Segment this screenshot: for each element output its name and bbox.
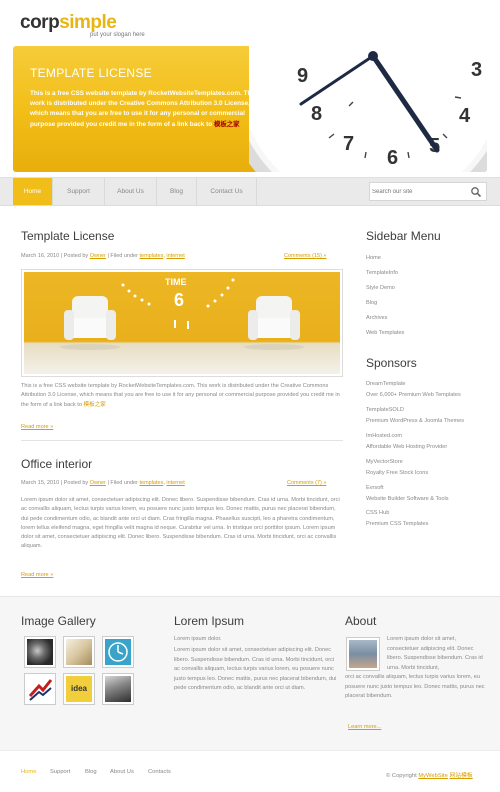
lorem-line: Lorem ipsum dolor. <box>174 636 222 642</box>
avatar <box>346 637 380 671</box>
footer-link-about-us[interactable]: About Us <box>110 769 134 775</box>
banner-title: TEMPLATE LICENSE <box>30 66 152 80</box>
gallery-thumb[interactable] <box>102 673 134 705</box>
svg-text:7: 7 <box>343 133 354 155</box>
nav-contact-us[interactable]: Contact Us <box>197 178 257 205</box>
svg-text:4: 4 <box>459 105 471 127</box>
sponsor-desc: Website Builder Software & Tools <box>366 496 449 502</box>
sponsors-title: Sponsors <box>366 356 417 370</box>
sidebar-item-web-templates[interactable]: Web Templates <box>366 330 404 336</box>
post-excerpt: This is a free CSS website template by R… <box>21 383 340 408</box>
comments-link[interactable]: Comments (7) » <box>287 480 326 486</box>
post-meta: March 15, 2010 | Posted by Owner | Filed… <box>21 480 185 486</box>
sponsor-link[interactable]: Evrsoft <box>366 485 383 491</box>
sponsor-link[interactable]: CSS Hub <box>366 510 389 516</box>
footer-link-blog[interactable]: Blog <box>85 769 97 775</box>
comments-link[interactable]: Comments (15) » <box>284 253 327 259</box>
post-excerpt: Lorem ipsum dolor sit amet, consectetuer… <box>21 497 340 550</box>
svg-text:8: 8 <box>311 103 322 125</box>
nav-support[interactable]: Support <box>53 178 105 205</box>
category-link[interactable]: internet <box>166 480 184 486</box>
sponsor-desc: Premium WordPress & Joomla Themes <box>366 418 465 424</box>
gallery-thumb[interactable] <box>24 673 56 705</box>
gallery-thumb[interactable]: idea <box>63 673 95 705</box>
nav-blog[interactable]: Blog <box>157 178 197 205</box>
about-text: Lorem ipsum dolor sit amet, consectetuer… <box>387 636 483 671</box>
svg-text:6: 6 <box>174 290 184 310</box>
gallery-title: Image Gallery <box>21 614 96 628</box>
sponsor-desc: Affordable Web Hosting Provider <box>366 444 448 450</box>
read-more-link[interactable]: Read more » <box>21 424 53 430</box>
nav-home[interactable]: Home <box>13 178 53 205</box>
sponsor-link[interactable]: ImHosted.com <box>366 433 402 439</box>
sidebar-item-templateinfo[interactable]: TemplateInfo <box>366 270 398 276</box>
footer-link-support[interactable]: Support <box>50 769 70 775</box>
author-link[interactable]: Owner <box>90 480 106 486</box>
post-meta: March 16, 2010 | Posted by Owner | Filed… <box>21 253 185 259</box>
search-box <box>369 182 487 201</box>
sponsor-link[interactable]: TemplateSOLD <box>366 407 404 413</box>
svg-text:3: 3 <box>471 59 482 81</box>
banner-link[interactable]: 模板之家 <box>214 121 240 128</box>
divider <box>21 440 343 441</box>
main-nav: Home Support About Us Blog Contact Us <box>0 177 500 206</box>
copyright: © Copyright MyWebSite 网站模板 <box>386 773 473 779</box>
clock-image: 9 3 8 4 7 6 5 <box>249 46 487 172</box>
banner: TEMPLATE LICENSE This is a free CSS webs… <box>13 46 487 172</box>
footer-link-contacts[interactable]: Contacts <box>148 769 171 775</box>
gallery-thumb[interactable] <box>63 636 95 668</box>
about-title: About <box>345 614 377 628</box>
read-more-link[interactable]: Read more » <box>21 572 53 578</box>
post-excerpt-link[interactable]: 模板之家 <box>84 402 106 408</box>
sponsor-desc: Over 6,000+ Premium Web Templates <box>366 392 461 398</box>
sponsor-link[interactable]: MyVectorStore <box>366 459 403 465</box>
category-link[interactable]: templates <box>139 253 163 259</box>
sidebar-item-home[interactable]: Home <box>366 255 381 261</box>
gallery-thumb[interactable] <box>24 636 56 668</box>
category-link[interactable]: internet <box>166 253 184 259</box>
sponsor-link[interactable]: DreamTemplate <box>366 381 405 387</box>
banner-text: This is a free CSS website template by R… <box>30 90 257 128</box>
lorem-title: Lorem Ipsum <box>174 614 245 628</box>
category-link[interactable]: templates <box>139 480 163 486</box>
sidebar-item-blog[interactable]: Blog <box>366 300 377 306</box>
svg-text:9: 9 <box>297 65 308 87</box>
post-title[interactable]: Template License <box>21 229 114 243</box>
footer-link-home[interactable]: Home <box>21 769 36 775</box>
copyright-link[interactable]: 网站模板 <box>449 773 472 779</box>
copyright-link[interactable]: MyWebSite <box>418 773 448 779</box>
gallery-thumb[interactable] <box>102 636 134 668</box>
learn-more-link[interactable]: Learn more... <box>348 723 381 733</box>
slogan: put your slogan here <box>90 32 145 38</box>
sidebar-item-style-demo[interactable]: Style Demo <box>366 285 395 291</box>
svg-text:6: 6 <box>387 147 398 169</box>
lorem-text: Lorem ipsum dolor sit amet, consectetuer… <box>174 647 337 691</box>
sponsor-desc: Premium CSS Templates <box>366 521 429 527</box>
logo[interactable]: corpsimple <box>20 13 117 33</box>
sidebar-menu-title: Sidebar Menu <box>366 229 441 243</box>
nav-about-us[interactable]: About Us <box>105 178 157 205</box>
post-image: TIME 6 <box>21 269 343 377</box>
search-icon[interactable] <box>470 186 482 198</box>
post-title[interactable]: Office interior <box>21 457 92 471</box>
about-text: orci ac convallis aliquam, lectus turpis… <box>345 674 485 699</box>
search-input[interactable] <box>372 184 464 199</box>
sidebar-item-archives[interactable]: Archives <box>366 315 387 321</box>
svg-text:TIME: TIME <box>165 277 187 287</box>
header: corpsimple put your slogan here <box>0 0 500 44</box>
sponsor-desc: Royalty Free Stock Icons <box>366 470 429 476</box>
author-link[interactable]: Owner <box>90 253 106 259</box>
